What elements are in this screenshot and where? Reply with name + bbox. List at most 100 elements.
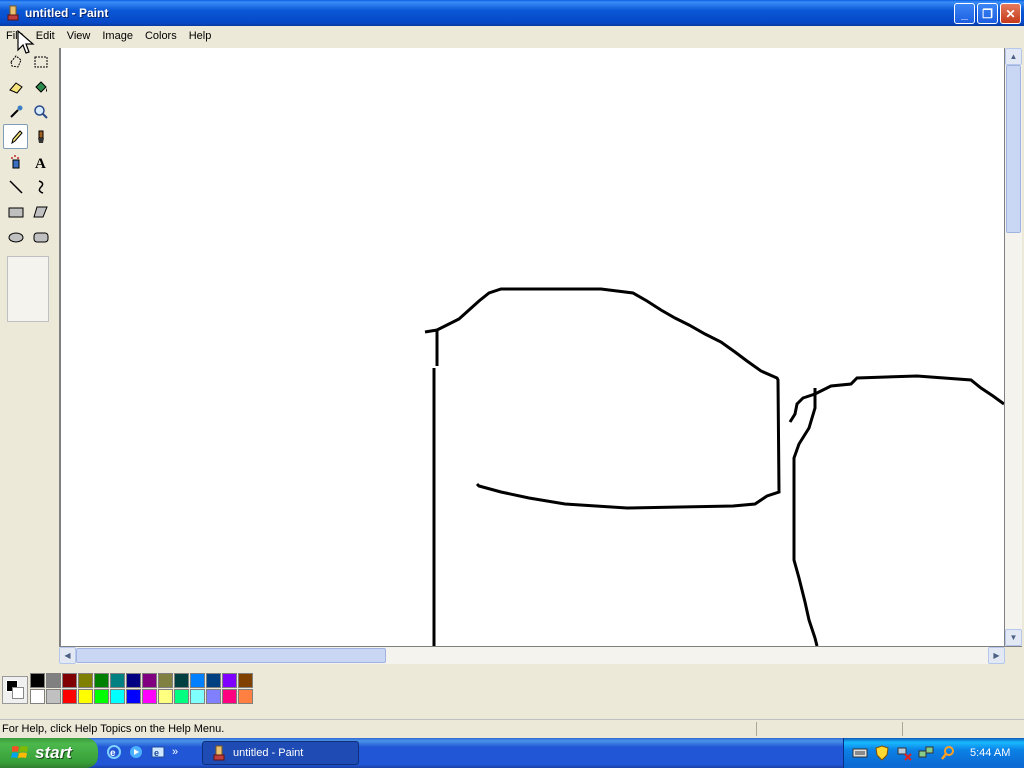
pencil-tool[interactable] bbox=[3, 124, 28, 149]
menu-colors[interactable]: Colors bbox=[139, 30, 183, 42]
color-swatch-bottom-0[interactable] bbox=[30, 689, 45, 704]
minimize-button[interactable]: _ bbox=[954, 3, 975, 24]
brush-icon bbox=[37, 130, 44, 143]
drawing-canvas[interactable] bbox=[61, 48, 1005, 647]
ellipse-icon bbox=[8, 232, 23, 242]
color-swatch-top-0[interactable] bbox=[30, 673, 45, 688]
color-swatch-bottom-1[interactable] bbox=[46, 689, 61, 704]
airbrush-tool[interactable] bbox=[3, 149, 28, 174]
maximize-button[interactable]: ❐ bbox=[977, 3, 998, 24]
vertical-scroll-thumb[interactable] bbox=[1006, 65, 1021, 233]
network-disconnected-icon[interactable] bbox=[896, 745, 912, 761]
menu-view[interactable]: View bbox=[61, 30, 97, 42]
svg-text:e: e bbox=[154, 748, 159, 758]
color-swatch-bottom-11[interactable] bbox=[206, 689, 221, 704]
quick-launch-expand-icon[interactable]: » bbox=[172, 746, 178, 758]
title-bar: untitled - Paint _ ❐ ✕ bbox=[0, 0, 1024, 26]
security-shield-icon[interactable] bbox=[874, 745, 890, 761]
outlook-express-icon[interactable]: e bbox=[150, 744, 166, 760]
color-swatch-top-12[interactable] bbox=[222, 673, 237, 688]
color-swatch-top-11[interactable] bbox=[206, 673, 221, 688]
tool-options-panel[interactable] bbox=[7, 256, 49, 322]
scroll-corner bbox=[1005, 647, 1022, 664]
fill-tool[interactable] bbox=[28, 74, 53, 99]
rectangle-tool[interactable] bbox=[3, 199, 28, 224]
horizontal-scrollbar[interactable]: ◀ ▶ bbox=[59, 647, 1005, 664]
curve-tool[interactable] bbox=[28, 174, 53, 199]
color-swatch-top-7[interactable] bbox=[142, 673, 157, 688]
mouse-cursor-icon bbox=[17, 30, 35, 54]
background-color bbox=[12, 687, 24, 699]
menu-help[interactable]: Help bbox=[183, 30, 218, 42]
color-swatch-top-3[interactable] bbox=[78, 673, 93, 688]
color-swatch-bottom-10[interactable] bbox=[190, 689, 205, 704]
close-button[interactable]: ✕ bbox=[1000, 3, 1021, 24]
menu-bar: File Edit View Image Colors Help bbox=[0, 26, 1024, 45]
color-swatch-top-1[interactable] bbox=[46, 673, 61, 688]
eraser-tool[interactable] bbox=[3, 74, 28, 99]
color-picker-tool[interactable] bbox=[3, 99, 28, 124]
clock[interactable]: 5:44 AM bbox=[970, 747, 1010, 759]
color-swatch-top-6[interactable] bbox=[126, 673, 141, 688]
stroke-right-shape bbox=[788, 374, 1005, 647]
paint-app-icon bbox=[7, 5, 19, 21]
current-colors[interactable] bbox=[2, 676, 28, 704]
color-swatch-bottom-2[interactable] bbox=[62, 689, 77, 704]
status-bar: For Help, click Help Topics on the Help … bbox=[0, 719, 1024, 737]
rounded-rectangle-tool[interactable] bbox=[28, 224, 53, 249]
taskbar-paint-item[interactable]: untitled - Paint bbox=[202, 741, 359, 765]
scroll-right-button[interactable]: ▶ bbox=[988, 647, 1005, 664]
magnifier-tool[interactable] bbox=[28, 99, 53, 124]
start-button[interactable]: start bbox=[0, 738, 98, 768]
color-swatch-bottom-12[interactable] bbox=[222, 689, 237, 704]
pencil-icon bbox=[10, 129, 23, 144]
color-swatch-bottom-9[interactable] bbox=[174, 689, 189, 704]
color-swatch-top-13[interactable] bbox=[238, 673, 253, 688]
start-label: start bbox=[35, 743, 72, 762]
system-tray: 5:44 AM bbox=[843, 738, 1024, 768]
color-swatch-bottom-4[interactable] bbox=[94, 689, 109, 704]
color-swatch-top-2[interactable] bbox=[62, 673, 77, 688]
stroke-left-shape bbox=[424, 287, 781, 646]
menu-image[interactable]: Image bbox=[96, 30, 139, 42]
horizontal-scroll-thumb[interactable] bbox=[76, 648, 386, 663]
scroll-up-button[interactable]: ▲ bbox=[1005, 48, 1022, 65]
polygon-tool[interactable] bbox=[28, 199, 53, 224]
color-swatch-top-8[interactable] bbox=[158, 673, 173, 688]
color-swatch-top-4[interactable] bbox=[94, 673, 109, 688]
color-swatch-bottom-13[interactable] bbox=[238, 689, 253, 704]
line-icon bbox=[8, 179, 23, 194]
color-swatch-top-5[interactable] bbox=[110, 673, 125, 688]
search-icon[interactable] bbox=[940, 745, 956, 761]
media-player-icon[interactable] bbox=[128, 744, 144, 760]
color-swatch-top-10[interactable] bbox=[190, 673, 205, 688]
keyboard-icon[interactable] bbox=[852, 745, 868, 761]
line-tool[interactable] bbox=[3, 174, 28, 199]
color-swatch-bottom-3[interactable] bbox=[78, 689, 93, 704]
scroll-left-button[interactable]: ◀ bbox=[59, 647, 76, 664]
scroll-down-button[interactable]: ▼ bbox=[1005, 629, 1022, 646]
window-title: untitled - Paint bbox=[25, 6, 109, 20]
color-swatch-bottom-7[interactable] bbox=[142, 689, 157, 704]
status-cursor-position bbox=[756, 721, 902, 736]
color-swatch-top-9[interactable] bbox=[174, 673, 189, 688]
eyedropper-icon bbox=[9, 105, 22, 118]
curve-icon bbox=[38, 179, 43, 194]
rectangle-icon bbox=[8, 207, 23, 217]
taskbar-paint-label: untitled - Paint bbox=[233, 747, 304, 759]
taskbar: start e e » untitled - Paint 5:44 AM bbox=[0, 738, 1024, 768]
internet-explorer-icon[interactable]: e bbox=[106, 744, 122, 760]
brush-tool[interactable] bbox=[28, 124, 53, 149]
color-swatch-bottom-6[interactable] bbox=[126, 689, 141, 704]
color-swatch-bottom-5[interactable] bbox=[110, 689, 125, 704]
ellipse-tool[interactable] bbox=[3, 224, 28, 249]
rounded-rectangle-icon bbox=[33, 232, 48, 242]
status-help-text: For Help, click Help Topics on the Help … bbox=[2, 722, 225, 735]
network-icon[interactable] bbox=[918, 745, 934, 761]
color-swatch-bottom-8[interactable] bbox=[158, 689, 173, 704]
windows-logo-icon bbox=[11, 746, 28, 758]
text-tool[interactable]: A bbox=[28, 149, 53, 174]
vertical-scrollbar[interactable]: ▲ ▼ bbox=[1005, 48, 1022, 646]
magnifier-icon bbox=[33, 104, 48, 119]
eraser-icon bbox=[8, 81, 23, 94]
